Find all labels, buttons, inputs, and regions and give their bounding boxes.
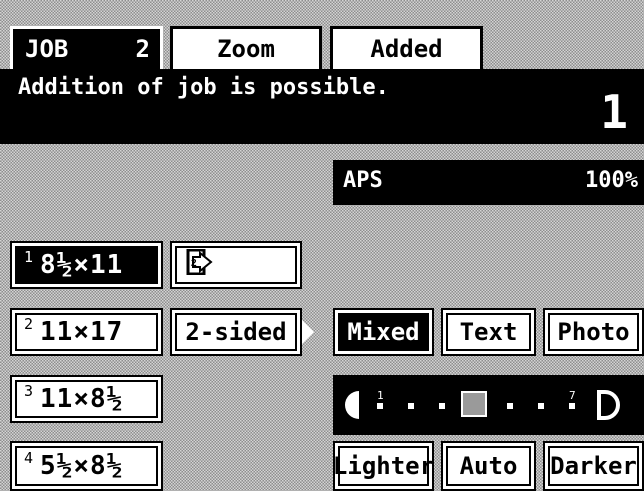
job-count: 2 [135,35,150,63]
darker-button[interactable]: Darker [543,441,644,491]
mode-label: Mixed [347,318,420,346]
svg-text:2: 2 [191,258,197,269]
mode-label: Text [459,318,518,346]
paper-size-button-3[interactable]: 3 11×8½ [10,375,163,423]
tab-added[interactable]: Added [330,26,483,72]
density-step-5 [507,403,513,409]
tab-added-label: Added [370,35,443,63]
density-step-6 [538,403,544,409]
density-min-label: 1 [377,389,384,402]
lighter-button[interactable]: Lighter [333,441,434,491]
arrow-right-icon [302,320,314,344]
density-step-3 [439,403,445,409]
density-bar: 1 7 [333,375,644,435]
density-step-2 [408,403,414,409]
tab-job-label: JOB [25,35,69,63]
paper-size-label: 11×8½ [40,384,124,414]
tab-job[interactable]: JOB 2 [10,26,163,72]
mode-mixed-button[interactable]: Mixed [333,308,434,356]
lighter-label: Lighter [332,452,435,480]
two-sided-button[interactable]: 2-sided [170,308,302,356]
paper-size-button-4[interactable]: 4 5½×8½ [10,441,163,491]
mode-photo-button[interactable]: Photo [543,308,644,356]
density-step-7 [569,403,575,409]
paper-index: 3 [24,382,35,400]
dark-icon [595,389,621,425]
original-document-icon: 2 [186,248,216,281]
paper-index: 4 [24,449,35,467]
mode-label: Photo [557,318,630,346]
density-step-1 [377,403,383,409]
message-panel: Addition of job is possible. 1 [0,69,644,144]
original-document-button[interactable]: 2 [170,241,302,289]
paper-size-button-1[interactable]: 1 8½×11 [10,241,163,289]
zoom-percent: 100% [585,168,638,193]
tab-zoom-label: Zoom [217,35,275,63]
two-sided-label: 2-sided [185,318,287,346]
tab-zoom[interactable]: Zoom [170,26,322,72]
paper-size-label: 8½×11 [40,250,124,280]
auto-label: Auto [459,452,518,480]
paper-size-label: 11×17 [40,317,124,347]
message-text: Addition of job is possible. [18,75,389,100]
light-icon [341,389,363,425]
status-bar: APS 100% [333,160,644,205]
copy-count: 1 [600,85,628,139]
density-marker[interactable] [461,391,487,417]
paper-size-button-2[interactable]: 2 11×17 [10,308,163,356]
darker-label: Darker [550,452,637,480]
density-max-label: 7 [569,389,576,402]
paper-index: 1 [24,248,35,266]
paper-size-label: 5½×8½ [40,451,124,481]
paper-mode: APS [343,168,383,193]
mode-text-button[interactable]: Text [441,308,536,356]
auto-density-button[interactable]: Auto [441,441,536,491]
paper-index: 2 [24,315,35,333]
